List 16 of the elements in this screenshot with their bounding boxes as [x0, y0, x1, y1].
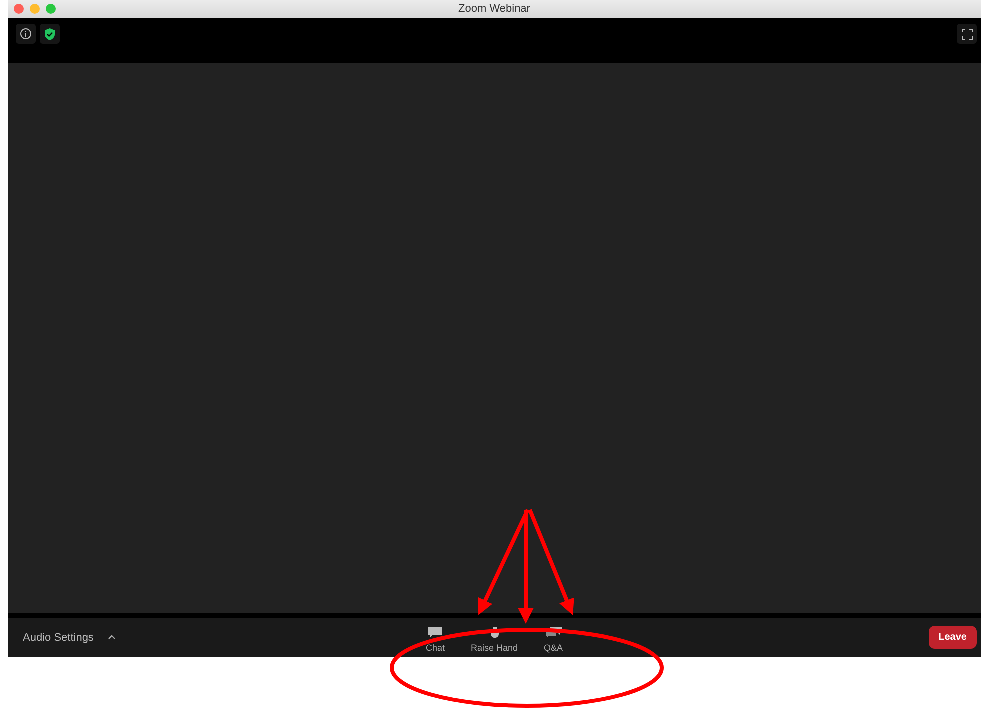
- speech-bubbles-icon: [544, 626, 563, 639]
- hand-icon: [488, 626, 500, 639]
- chat-icon: [427, 626, 444, 639]
- raise-hand-button[interactable]: Raise Hand: [468, 622, 520, 653]
- info-button[interactable]: [16, 24, 36, 44]
- chat-button[interactable]: Chat: [424, 622, 447, 653]
- caret-icon[interactable]: [108, 635, 116, 640]
- qa-button[interactable]: Q&A: [542, 622, 566, 653]
- shield-icon: [44, 28, 56, 40]
- fullscreen-button[interactable]: [957, 24, 977, 44]
- window-title: Zoom Webinar: [458, 3, 530, 15]
- leave-button[interactable]: Leave: [928, 626, 977, 649]
- fullscreen-icon: [962, 28, 972, 40]
- audio-settings-button[interactable]: Audio Settings: [23, 632, 94, 644]
- encryption-button[interactable]: [40, 24, 60, 44]
- info-icon: [20, 28, 32, 40]
